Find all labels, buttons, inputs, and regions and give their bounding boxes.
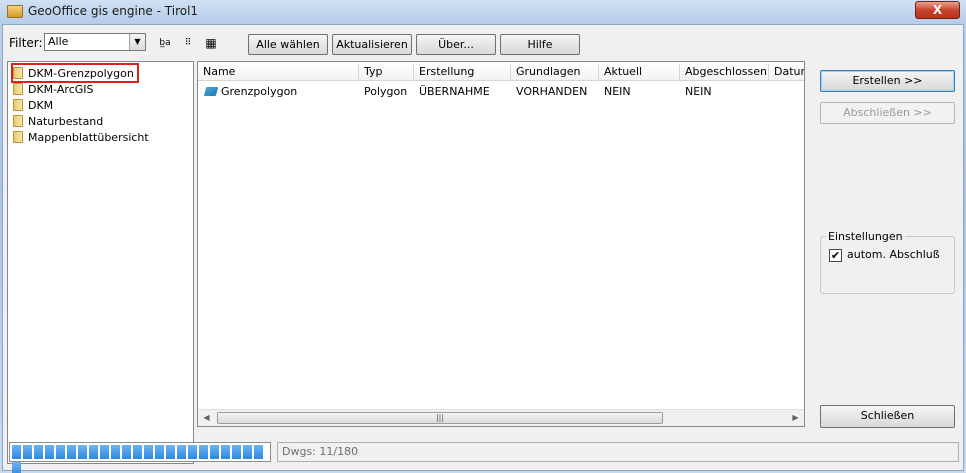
progress-segment — [155, 445, 164, 459]
cell-erstellung: ÜBERNAHME — [419, 85, 490, 98]
title-bar[interactable]: GeoOffice gis engine - Tirol1 X — [0, 0, 966, 24]
progress-bar — [9, 442, 271, 473]
close-button[interactable]: Schließen — [820, 405, 955, 428]
progress-segment — [177, 445, 186, 459]
progress-segment — [34, 445, 43, 459]
folder-icon — [13, 99, 23, 111]
column-header-abgeschlossen[interactable]: Abgeschlossen — [680, 64, 769, 81]
progress-segment — [23, 445, 32, 459]
window-title: GeoOffice gis engine - Tirol1 — [28, 4, 199, 18]
horizontal-scrollbar[interactable]: ◀ ||| ▶ — [198, 409, 804, 426]
progress-segment — [12, 462, 21, 473]
tree-item-dkm[interactable]: DKM — [13, 97, 53, 113]
progress-segment — [166, 445, 175, 459]
tree-item-naturbestand[interactable]: Naturbestand — [13, 113, 103, 129]
tree-item-dkm-grenzpolygon[interactable]: DKM-Grenzpolygon — [11, 63, 139, 83]
drawing-list[interactable]: Name Typ Erstellung Grundlagen Aktuell A… — [197, 61, 805, 427]
column-header-aktuell[interactable]: Aktuell — [599, 64, 680, 81]
filter-value: Alle — [48, 35, 69, 48]
progress-segment — [210, 445, 219, 459]
select-all-button[interactable]: Alle wählen — [248, 34, 328, 55]
cell-typ: Polygon — [364, 85, 408, 98]
settings-group: Einstellungen ✔ autom. Abschluß — [820, 230, 955, 294]
scrollbar-thumb[interactable]: ||| — [217, 412, 663, 424]
column-header-erstellung[interactable]: Erstellung — [414, 64, 511, 81]
cell-abgeschlossen: NEIN — [685, 85, 712, 98]
column-header-grundlagen[interactable]: Grundlagen — [511, 64, 599, 81]
column-header-datum[interactable]: Datum — [769, 64, 804, 81]
cell-aktuell: NEIN — [604, 85, 631, 98]
cell-name: Grenzpolygon — [221, 85, 298, 98]
list-view-icon[interactable]: ▦ — [202, 35, 220, 51]
refresh-button[interactable]: Aktualisieren — [332, 34, 412, 55]
about-button[interactable]: Über... — [416, 34, 496, 55]
folder-icon — [13, 67, 23, 79]
cell-grundlagen: VORHANDEN — [516, 85, 588, 98]
progress-segment — [45, 445, 54, 459]
progress-segment — [67, 445, 76, 459]
close-window-button[interactable]: X — [915, 1, 960, 19]
progress-segment — [89, 445, 98, 459]
tree-item-label: Mappenblattübersicht — [28, 130, 149, 144]
progress-segment — [122, 445, 131, 459]
tree-item-dkm-arcgis[interactable]: DKM-ArcGIS — [13, 81, 94, 97]
progress-segment — [100, 445, 109, 459]
create-button[interactable]: Erstellen >> — [820, 70, 955, 92]
tree-item-label: Naturbestand — [28, 114, 104, 128]
column-header-typ[interactable]: Typ — [359, 64, 414, 81]
progress-segment — [199, 445, 208, 459]
chevron-down-icon[interactable]: ▼ — [129, 34, 145, 50]
progress-segment — [188, 445, 197, 459]
progress-segment — [78, 445, 87, 459]
polygon-icon — [203, 87, 219, 96]
progress-segment — [254, 445, 263, 459]
tree-item-label: DKM-Grenzpolygon — [28, 66, 134, 80]
progress-segment — [12, 445, 21, 459]
filter-label: Filter: — [9, 36, 43, 50]
auto-finish-label[interactable]: autom. Abschluß — [847, 248, 940, 261]
sort-text-icon[interactable]: b̲a — [156, 35, 174, 51]
layer-tree[interactable]: DKM-Grenzpolygon DKM-ArcGIS DKM Naturbes… — [7, 61, 194, 464]
filter-dropdown[interactable]: Alle ▼ — [44, 33, 146, 51]
settings-title: Einstellungen — [826, 230, 905, 243]
tree-item-label: DKM — [28, 98, 54, 112]
progress-segment — [221, 445, 230, 459]
scroll-right-icon[interactable]: ▶ — [787, 410, 804, 426]
toolbar: Filter: Alle ▼ b̲a ⠿ ▦ Alle wählen Aktua… — [3, 25, 963, 61]
tree-item-label: DKM-ArcGIS — [28, 82, 94, 96]
progress-segment — [243, 445, 252, 459]
dwgs-status: Dwgs: 11/180 — [277, 442, 959, 462]
help-button[interactable]: Hilfe — [500, 34, 580, 55]
dialog-client-area: Filter: Alle ▼ b̲a ⠿ ▦ Alle wählen Aktua… — [2, 24, 964, 473]
app-folder-icon — [7, 5, 23, 18]
tree-item-mappenblattuebersicht[interactable]: Mappenblattübersicht — [13, 129, 149, 145]
table-row[interactable]: Grenzpolygon — [200, 84, 297, 100]
progress-segment — [144, 445, 153, 459]
folder-icon — [13, 83, 23, 95]
progress-segment — [133, 445, 142, 459]
column-header-name[interactable]: Name — [198, 64, 359, 81]
tree-structure-icon[interactable]: ⠿ — [179, 35, 197, 51]
finish-button[interactable]: Abschließen >> — [820, 102, 955, 124]
folder-icon — [13, 115, 23, 127]
scroll-left-icon[interactable]: ◀ — [198, 410, 215, 426]
progress-segment — [232, 445, 241, 459]
auto-finish-checkbox[interactable]: ✔ — [829, 249, 842, 262]
folder-icon — [13, 131, 23, 143]
progress-segment — [56, 445, 65, 459]
progress-segment — [111, 445, 120, 459]
